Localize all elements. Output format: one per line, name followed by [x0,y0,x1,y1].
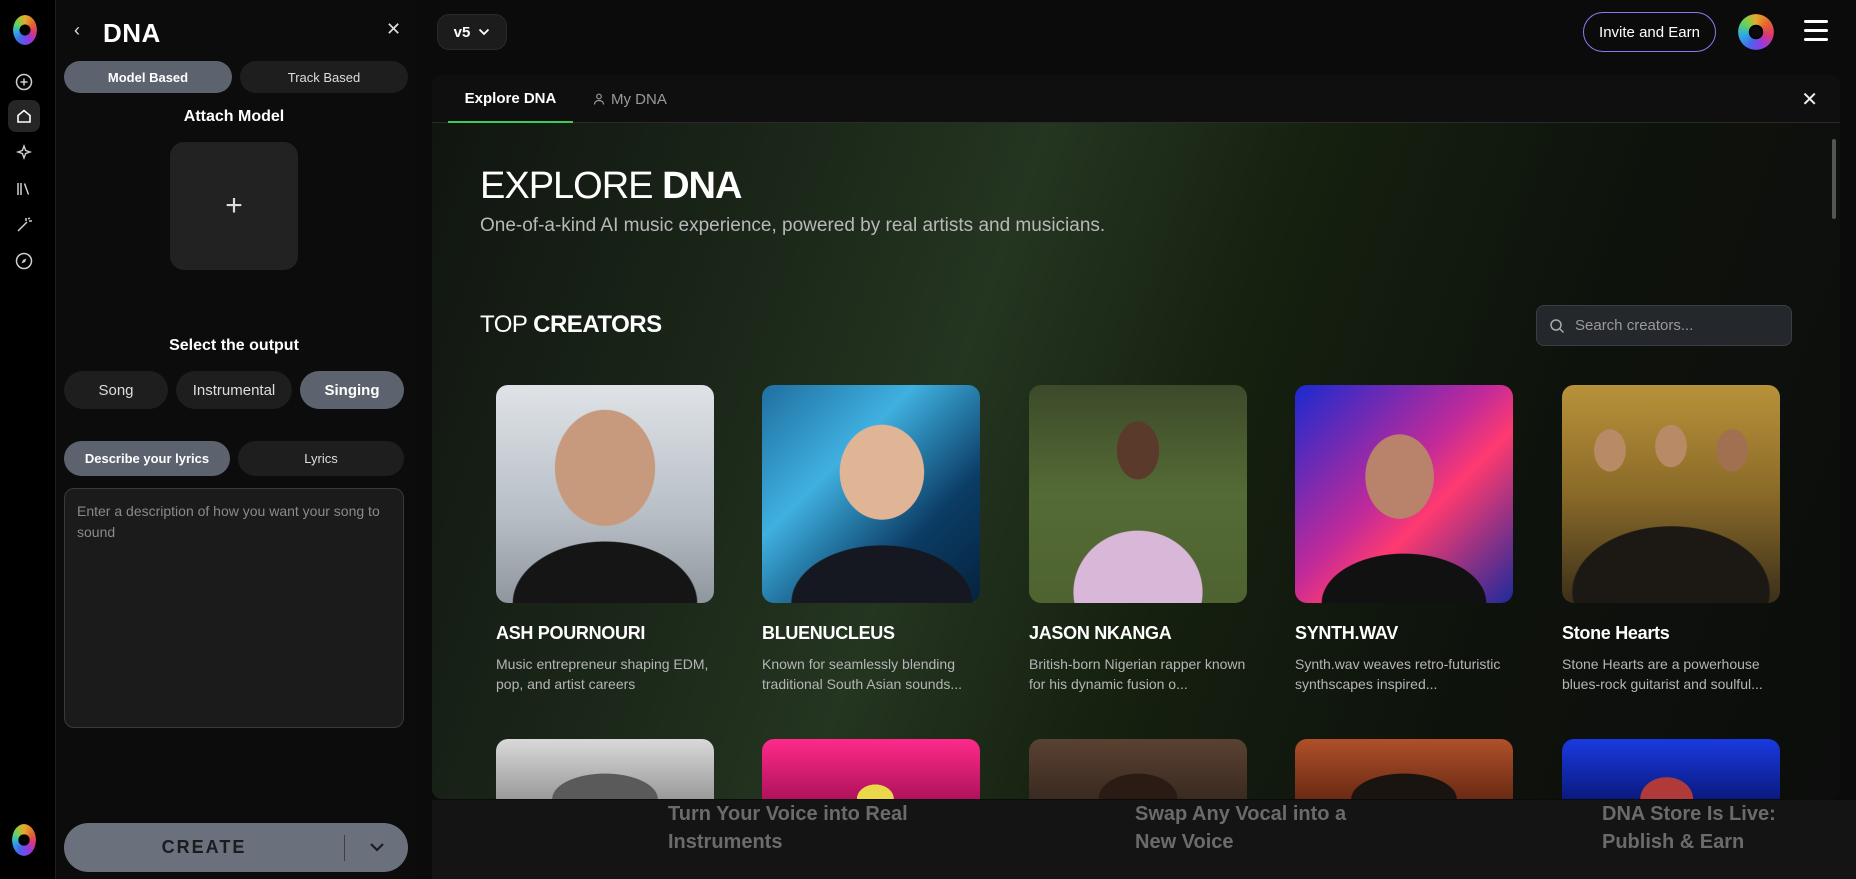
chevron-down-icon[interactable] [345,839,408,857]
brand-logo-icon[interactable] [13,15,37,45]
creator-card[interactable]: BLUENUCLEUS Known for seamlessly blendin… [762,385,980,694]
description-box [64,488,404,728]
dna-side-panel [57,0,415,879]
tab-my-dna-label: My DNA [611,90,667,108]
creator-card[interactable]: JASON NKANGA British-born Nigerian rappe… [1029,385,1247,694]
account-avatar-icon[interactable] [12,824,36,856]
creator-photo[interactable] [1562,739,1780,799]
creator-photo[interactable] [1295,739,1513,799]
panel-title: DNA [103,18,161,48]
output-song[interactable]: Song [64,371,168,409]
sparkle-icon[interactable] [12,141,36,165]
tab-lyrics[interactable]: Lyrics [238,441,404,476]
creator-name[interactable]: JASON NKANGA [1029,623,1247,644]
scrollbar[interactable] [1832,139,1836,219]
modal-tabs: Explore DNA My DNA ✕ [432,75,1840,123]
tab-explore-dna[interactable]: Explore DNA [448,75,573,123]
creator-bio: Known for seamlessly blending traditiona… [762,656,963,692]
creator-photo[interactable] [762,739,980,799]
attach-model-label: Attach Model [183,108,285,125]
close-icon[interactable]: ✕ [386,19,401,40]
creator-bio: Stone Hearts are a powerhouse blues-rock… [1562,656,1763,692]
promo-dna-store[interactable]: DNA Store Is Live: Publish & Earn [1602,800,1822,856]
search-box [1536,305,1792,346]
explore-dna-modal: Explore DNA My DNA ✕ EXPLORE DNA One-of-… [432,75,1840,799]
page-title-bold: DNA [662,165,742,207]
creator-bio: British-born Nigerian rapper known for h… [1029,656,1246,692]
version-value: v5 [453,23,471,41]
user-icon [593,93,605,105]
creator-photo[interactable] [496,385,714,603]
description-input[interactable] [77,501,391,715]
menu-icon[interactable] [1804,20,1828,47]
add-circle-icon[interactable] [12,70,36,94]
section-title-light: TOP [480,311,527,338]
version-select[interactable]: v5 [437,14,507,50]
creator-name[interactable]: Stone Hearts [1562,623,1780,644]
avatar[interactable] [1738,14,1774,50]
select-output-label: Select the output [169,337,299,354]
section-title: TOP CREATORS [480,311,662,339]
creator-photo[interactable] [1029,385,1247,603]
creator-name[interactable]: SYNTH.WAV [1295,623,1513,644]
tab-model-based[interactable]: Model Based [64,61,232,93]
page-title-light: EXPLORE [480,165,654,207]
create-label: CREATE [161,837,247,857]
search-input[interactable] [1575,317,1775,334]
creator-photo[interactable] [1295,385,1513,603]
promo-swap-vocal[interactable]: Swap Any Vocal into a New Voice [1135,800,1375,856]
close-icon[interactable]: ✕ [1801,87,1818,112]
tab-track-based[interactable]: Track Based [240,61,408,93]
creator-card[interactable]: Stone Hearts Stone Hearts are a powerhou… [1562,385,1780,694]
section-title-bold: CREATORS [533,311,662,338]
page-title: EXPLORE DNA [480,165,742,208]
compass-icon[interactable] [12,249,36,273]
home-icon[interactable] [8,100,40,132]
creator-name[interactable]: BLUENUCLEUS [762,623,980,644]
page-subtitle: One-of-a-kind AI music experience, power… [480,215,1106,236]
creator-bio: Synth.wav weaves retro-futuristic synths… [1295,656,1501,692]
library-icon[interactable] [12,177,36,201]
creator-photo[interactable] [1029,739,1247,799]
tab-my-dna[interactable]: My DNA [593,75,667,123]
invite-and-earn-button[interactable]: Invite and Earn [1583,12,1716,52]
plus-icon: + [225,189,243,222]
back-icon[interactable]: ‹ [74,20,80,41]
creator-bio: Music entrepreneur shaping EDM, pop, and… [496,656,709,692]
output-instrumental[interactable]: Instrumental [176,371,292,409]
creator-name[interactable]: ASH POURNOURI [496,623,714,644]
search-icon [1550,318,1565,333]
promo-voice-instruments[interactable]: Turn Your Voice into Real Instruments [668,800,908,856]
create-button[interactable]: CREATE [64,823,408,872]
creator-card[interactable]: ASH POURNOURI Music entrepreneur shaping… [496,385,714,694]
chevron-down-icon [479,28,490,36]
creator-photo[interactable] [496,739,714,799]
creator-photo[interactable] [1562,385,1780,603]
creator-card[interactable]: SYNTH.WAV Synth.wav weaves retro-futuris… [1295,385,1513,694]
wand-icon[interactable] [12,213,36,237]
tab-describe-lyrics[interactable]: Describe your lyrics [64,441,230,476]
left-rail [0,0,56,879]
attach-model-button[interactable]: + [170,142,298,270]
output-singing[interactable]: Singing [300,371,404,409]
creator-photo[interactable] [762,385,980,603]
